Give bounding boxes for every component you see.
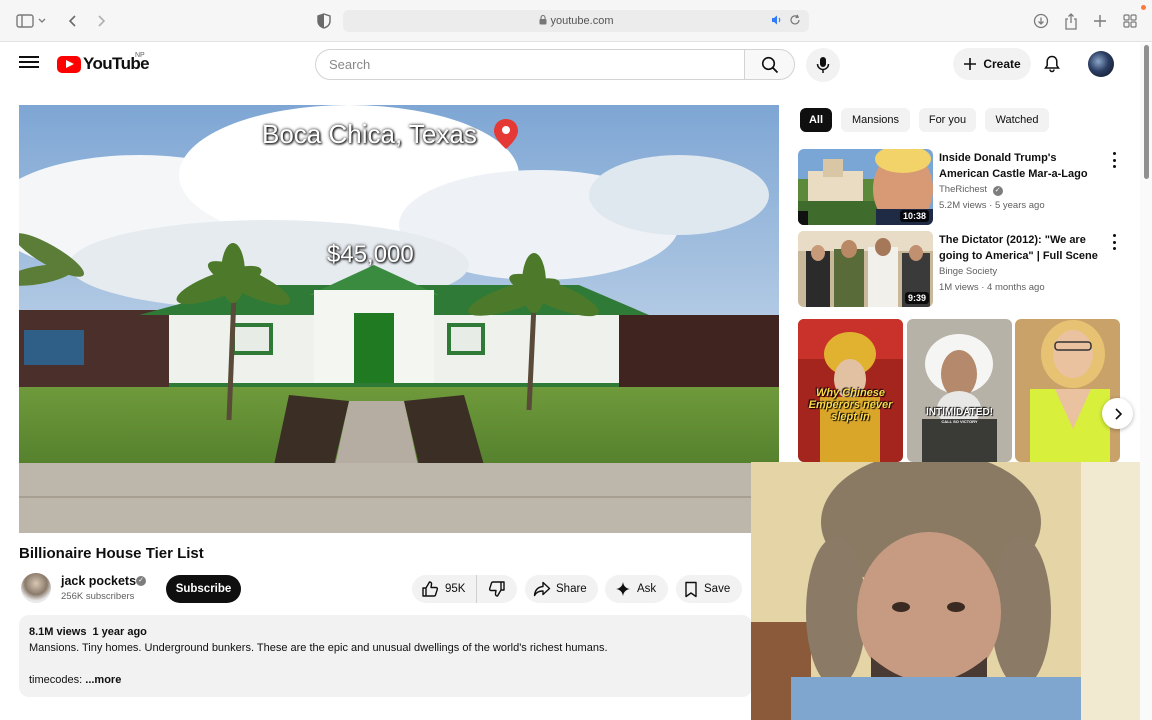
sparkle-icon	[616, 582, 630, 596]
like-button[interactable]: 95K	[412, 575, 477, 603]
hamburger-menu-icon[interactable]	[18, 53, 40, 75]
ask-button[interactable]: Ask	[605, 575, 668, 603]
bookmark-icon	[685, 581, 697, 597]
youtube-logo[interactable]: YouTube NP	[57, 52, 150, 74]
chip-for-you[interactable]: For you	[919, 108, 976, 132]
like-dislike-group: 95K	[412, 575, 517, 603]
channel-avatar[interactable]	[21, 573, 51, 603]
save-button[interactable]: Save	[676, 575, 742, 603]
chip-watched[interactable]: Watched	[985, 108, 1049, 132]
short-caption: INTIMIDATED!	[925, 407, 994, 418]
video-title[interactable]: Inside Donald Trump's American Castle Ma…	[939, 150, 1104, 182]
share-button[interactable]: Share	[525, 575, 598, 603]
webcam-overlay	[751, 462, 1140, 720]
channel-name[interactable]: TheRichest ✓	[939, 184, 1003, 196]
search-input[interactable]	[316, 50, 745, 79]
plus-icon	[964, 58, 977, 70]
video-overlay-price: $45,000	[327, 241, 414, 268]
scrollbar-thumb[interactable]	[1144, 45, 1149, 179]
notifications-button[interactable]	[1040, 52, 1064, 76]
video-meta: 1M views · 4 months ago	[939, 282, 1045, 293]
ask-label: Ask	[637, 583, 657, 595]
chevron-left-icon[interactable]	[63, 11, 83, 31]
notification-dot	[1141, 5, 1146, 10]
chip-mansions[interactable]: Mansions	[841, 108, 910, 132]
sidebar-icon[interactable]	[15, 11, 35, 31]
show-more-link[interactable]: ...more	[85, 674, 121, 686]
dislike-button[interactable]	[477, 575, 517, 603]
voice-search-button[interactable]	[806, 48, 840, 82]
speaker-icon[interactable]	[771, 14, 783, 29]
chip-all[interactable]: All	[800, 108, 832, 132]
browser-toolbar: youtube.com	[0, 0, 1152, 42]
more-options-icon[interactable]	[1111, 234, 1117, 250]
recommended-video[interactable]: 10:38 Inside Donald Trump's American Cas…	[798, 149, 1138, 225]
tab-overview-icon[interactable]	[1120, 11, 1140, 31]
chevron-right-icon	[1114, 407, 1122, 420]
reload-icon[interactable]	[789, 14, 801, 29]
download-icon[interactable]	[1031, 11, 1051, 31]
subscriber-count: 256K subscribers	[61, 591, 135, 602]
video-overlay-location: Boca Chica, Texas	[262, 119, 477, 149]
thumbs-up-icon	[422, 581, 439, 597]
short-video[interactable]	[1015, 319, 1120, 462]
video-duration: 10:38	[899, 210, 929, 222]
description-box[interactable]: 8.1M views 1 year ago Mansions. Tiny home…	[19, 615, 752, 697]
search-icon	[761, 56, 778, 73]
search-button[interactable]	[744, 49, 795, 80]
youtube-header: YouTube NP Create	[0, 43, 1140, 85]
chevron-right-icon[interactable]	[91, 11, 111, 31]
subscribe-button[interactable]: Subscribe	[166, 575, 241, 603]
shield-icon[interactable]	[314, 11, 334, 31]
short-caption: Why Chinese Emperors never slept in	[808, 387, 893, 423]
short-video[interactable]: Why Chinese Emperors never slept in	[798, 319, 903, 462]
video-meta: 5.2M views · 5 years ago	[939, 200, 1045, 211]
channel-name[interactable]: Binge Society	[939, 266, 997, 277]
plus-icon[interactable]	[1090, 11, 1110, 31]
share-icon[interactable]	[1061, 11, 1081, 31]
verified-badge-icon: ✓	[992, 186, 1003, 196]
short-video[interactable]: INTIMIDATED! CALL SO VICTORY	[907, 319, 1012, 462]
description-text: Mansions. Tiny homes. Underground bunker…	[29, 642, 608, 654]
video-thumbnail[interactable]: 9:39	[798, 231, 933, 307]
video-title: Billionaire House Tier List	[19, 545, 204, 562]
search-box	[315, 49, 745, 80]
chevron-down-icon[interactable]	[36, 11, 48, 31]
short-subcaption: CALL SO VICTORY	[941, 419, 978, 424]
recommended-video[interactable]: 9:39 The Dictator (2012): "We are going …	[798, 231, 1138, 307]
youtube-play-icon	[57, 55, 81, 73]
timecodes-label: timecodes:	[29, 674, 83, 686]
share-arrow-icon	[533, 581, 551, 597]
url-text: youtube.com	[550, 15, 614, 27]
lock-icon	[539, 14, 547, 27]
more-options-icon[interactable]	[1111, 152, 1117, 168]
share-label: Share	[556, 583, 587, 595]
address-bar[interactable]: youtube.com	[343, 10, 809, 32]
video-frame	[19, 105, 779, 533]
verified-badge-icon: ✓	[136, 576, 146, 586]
view-count: 8.1M views	[29, 626, 87, 638]
microphone-icon	[816, 57, 830, 73]
video-duration: 9:39	[904, 292, 929, 304]
bell-icon	[1044, 55, 1060, 73]
region-code: NP	[135, 52, 145, 59]
video-player[interactable]: Boca Chica, Texas $45,000	[19, 105, 779, 533]
description-timecodes: timecodes: ...more	[29, 674, 121, 686]
account-avatar[interactable]	[1088, 51, 1114, 77]
create-label: Create	[983, 57, 1021, 71]
video-title[interactable]: The Dictator (2012): "We are going to Am…	[939, 232, 1104, 264]
video-thumbnail[interactable]: 10:38	[798, 149, 933, 225]
like-count: 95K	[445, 583, 466, 595]
save-label: Save	[704, 583, 731, 595]
description-meta: 8.1M views 1 year ago	[29, 626, 153, 638]
shorts-next-button[interactable]	[1102, 398, 1133, 429]
create-button[interactable]: Create	[953, 48, 1031, 80]
scrollbar[interactable]	[1140, 43, 1152, 720]
channel-name[interactable]: jack pockets	[61, 574, 136, 588]
thumbs-down-icon	[488, 581, 505, 597]
upload-age: 1 year ago	[92, 626, 147, 638]
